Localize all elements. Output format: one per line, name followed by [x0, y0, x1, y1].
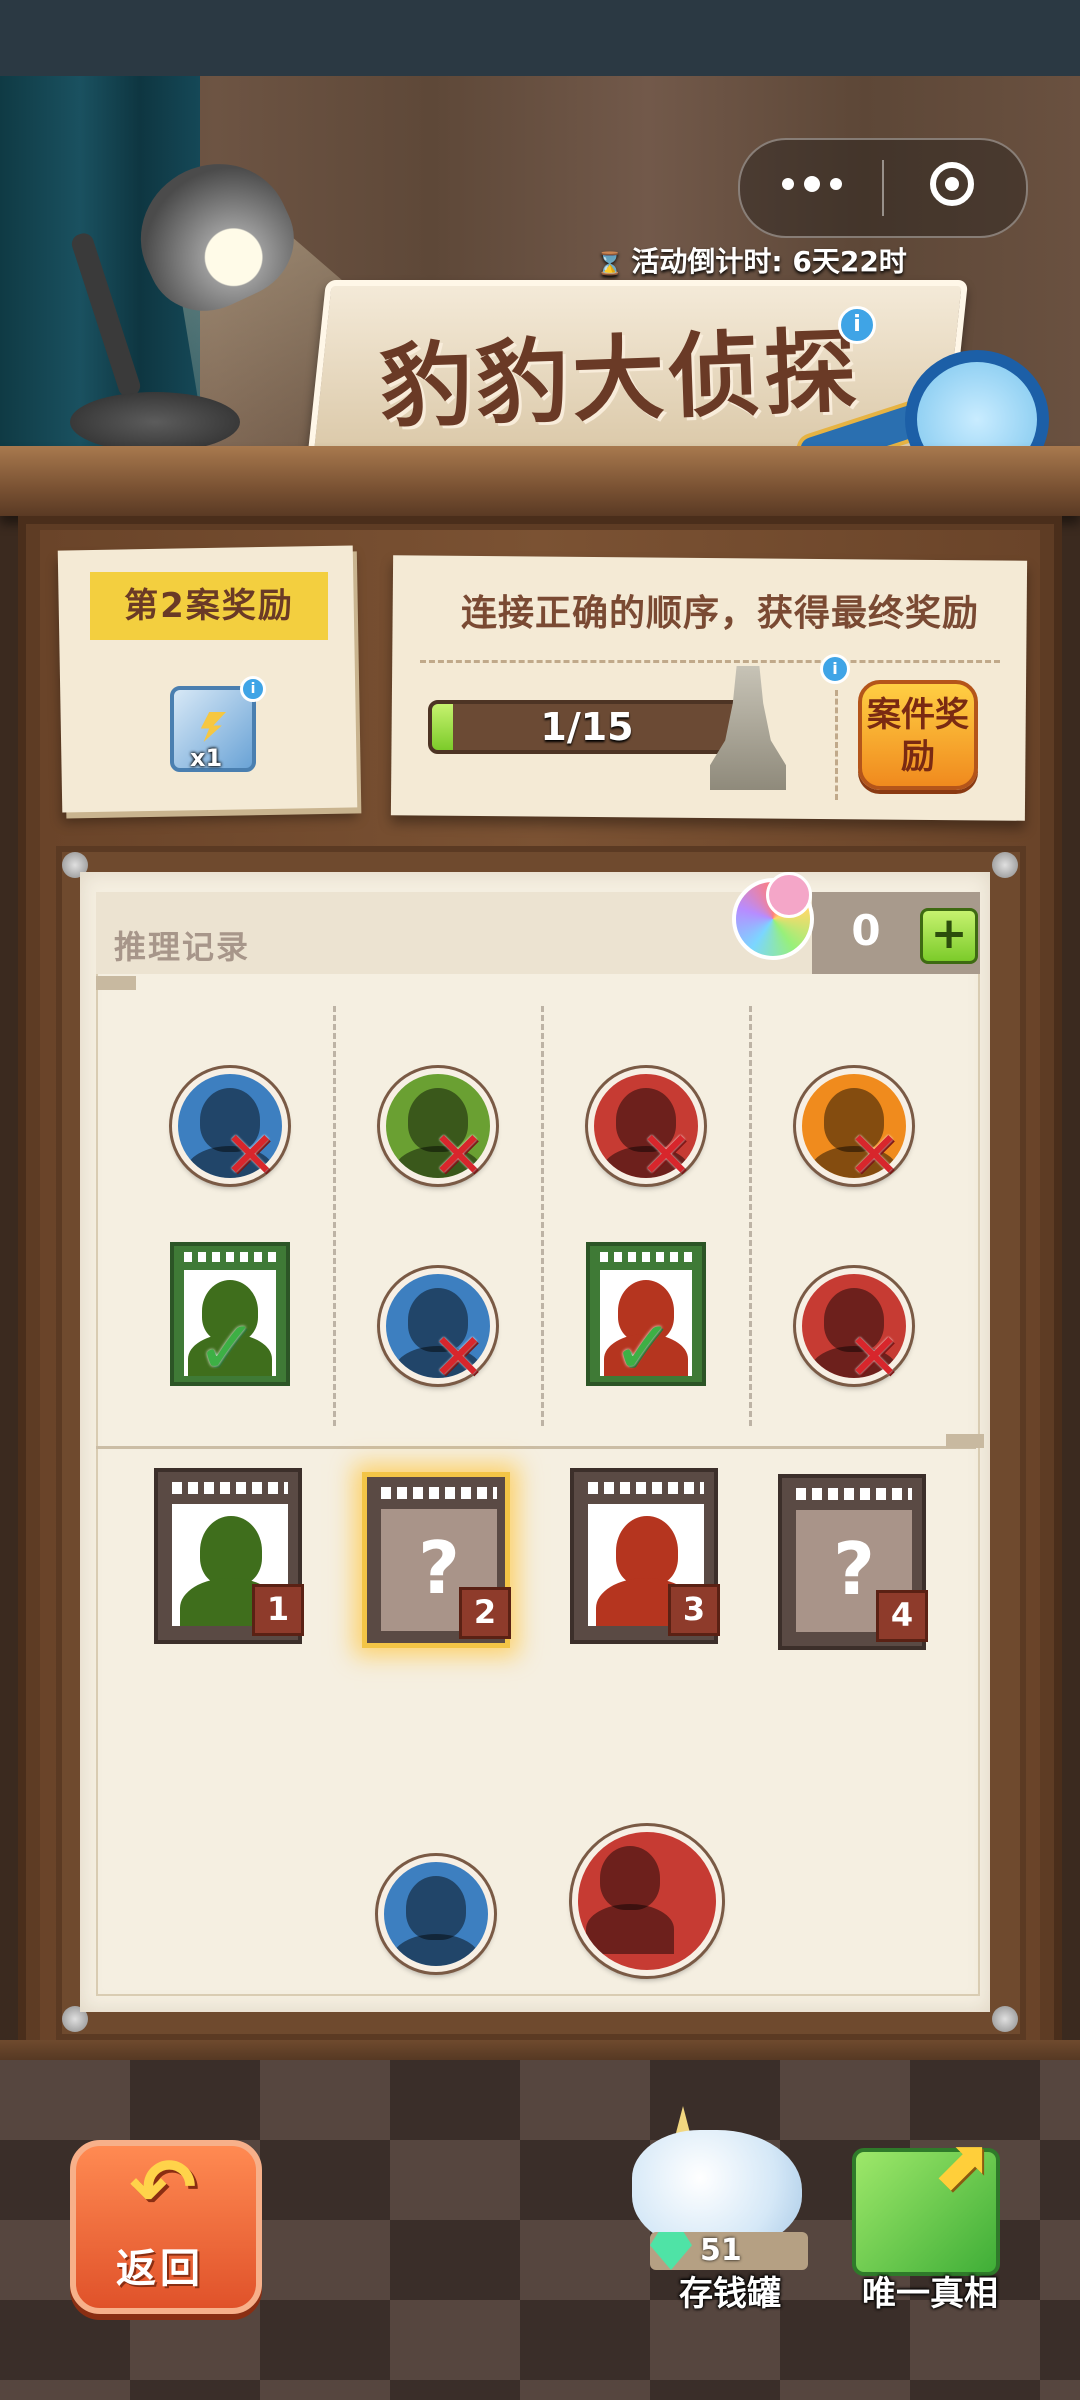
page-title: 豹豹大侦探 [378, 317, 863, 442]
slot-number: 1 [252, 1584, 304, 1636]
film-strip [184, 1252, 276, 1262]
wrong-mark-icon: ✕ [847, 1119, 901, 1193]
column-divider [749, 1006, 752, 1426]
statue-info-icon[interactable]: i [820, 654, 850, 684]
silhouette-head [200, 1516, 262, 1586]
capsule-divider [882, 160, 884, 216]
objective-divider [420, 660, 1000, 663]
wrong-mark-icon: ✕ [847, 1321, 901, 1395]
case-reward-button[interactable]: 案件奖励 [858, 680, 978, 790]
silhouette-head [616, 1516, 678, 1586]
wrong-mark-icon: ✕ [431, 1119, 485, 1193]
close-target-icon[interactable] [930, 162, 974, 206]
title-info-icon[interactable]: i [838, 306, 876, 344]
reward-item-count: x1 [190, 744, 223, 772]
objective-vertical-divider [835, 690, 838, 800]
sequence-slot-1[interactable]: 1 [154, 1468, 304, 1644]
add-clue-button[interactable]: + [920, 908, 978, 964]
slot-number: 2 [459, 1587, 511, 1639]
shelf [0, 446, 1080, 516]
record-paper-border [96, 892, 980, 1996]
countdown-text: 活动倒计时: 6天22时 [631, 245, 907, 278]
film-strip [600, 1252, 692, 1262]
wrong-mark-icon: ✕ [639, 1119, 693, 1193]
event-countdown: ⌛ 活动倒计时: 6天22时 [596, 240, 907, 280]
correct-check-icon: ✓ [612, 1305, 675, 1391]
miniprogram-capsule [738, 138, 1028, 238]
objective-text: 连接正确的顺序，获得最终奖励 [460, 593, 979, 634]
column-divider [333, 1006, 336, 1426]
sequence-slot-2[interactable]: ? 2 [362, 1472, 511, 1648]
gem-count: 51 [700, 2233, 742, 2268]
only-truth-label[interactable]: 唯一真相 [840, 2266, 1020, 2315]
bolt-icon [992, 852, 1018, 878]
hourglass-icon: ⌛ [596, 252, 624, 277]
curved-back-arrow-icon: ↶ [129, 2141, 197, 2234]
more-dots-icon[interactable] [782, 176, 842, 192]
film-strip [172, 1482, 288, 1494]
correct-check-icon: ✓ [196, 1305, 259, 1391]
film-strip [796, 1488, 912, 1500]
wrong-mark-icon: ✕ [431, 1321, 485, 1395]
progress-text: 1/15 [540, 705, 634, 749]
wrong-mark-icon: ✕ [223, 1119, 277, 1193]
piggy-bank-label[interactable]: 存钱罐 [640, 2266, 820, 2315]
candidate-avatar[interactable] [378, 1856, 494, 1972]
slot-number: 4 [876, 1590, 928, 1642]
clue-count: 0 [851, 906, 881, 955]
record-divider-tab [946, 1434, 984, 1448]
film-strip [381, 1487, 497, 1499]
column-divider [541, 1006, 544, 1426]
up-arrow-icon: ⬈ [930, 2124, 989, 2206]
case-reward-banner: 第2案奖励 [90, 572, 328, 640]
sequence-slot-3[interactable]: 3 [570, 1468, 720, 1644]
pin-head [766, 872, 812, 918]
sequence-slot-4[interactable]: ? 4 [778, 1474, 928, 1650]
record-header-tab [96, 976, 136, 990]
reward-info-icon[interactable]: i [240, 676, 266, 702]
lamp-base [70, 392, 240, 452]
record-divider-line [96, 1446, 976, 1449]
candidate-avatar-selected[interactable] [572, 1826, 722, 1976]
bolt-icon [992, 2006, 1018, 2032]
record-title: 推理记录 [114, 928, 251, 966]
film-strip [588, 1482, 704, 1494]
ceiling-strip [0, 0, 1080, 76]
back-label: 返回 [116, 2246, 204, 2292]
slot-number: 3 [668, 1584, 720, 1636]
